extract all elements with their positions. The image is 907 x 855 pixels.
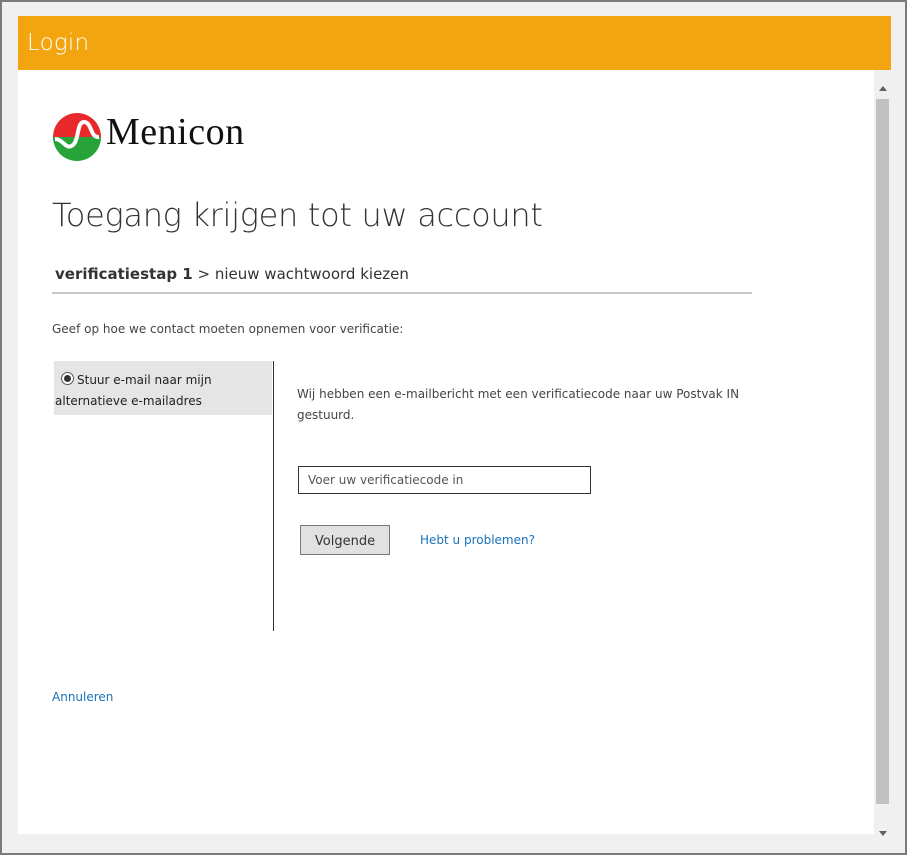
menicon-logo-icon: [53, 113, 101, 161]
window-title: Login: [27, 30, 90, 56]
next-step: > nieuw wachtwoord kiezen: [197, 265, 409, 283]
arrow-down-icon: [879, 831, 887, 836]
cancel-link[interactable]: Annuleren: [52, 690, 113, 704]
arrow-up-icon: [879, 86, 887, 91]
scroll-up-button[interactable]: [874, 80, 891, 97]
page-title: Toegang krijgen tot uw account: [52, 196, 543, 234]
steps-divider: [52, 292, 752, 294]
title-bar: Login: [18, 16, 891, 70]
option-label-line1: Stuur e-mail naar mijn: [77, 373, 212, 387]
scroll-thumb[interactable]: [876, 99, 889, 804]
option-label-line2: alternatieve e-mailadres: [55, 394, 202, 408]
instruction-text: Geef op hoe we contact moeten opnemen vo…: [52, 322, 404, 336]
verification-options-panel: Stuur e-mail naar mijn alternatieve e-ma…: [52, 361, 274, 631]
next-button[interactable]: Volgende: [300, 525, 390, 555]
breadcrumb: verificatiestap 1 > nieuw wachtwoord kie…: [55, 265, 409, 283]
verification-message: Wij hebben een e-mailbericht met een ver…: [297, 387, 740, 422]
current-step: verificatiestap 1: [55, 265, 193, 283]
help-link[interactable]: Hebt u problemen?: [420, 533, 535, 547]
vertical-scrollbar[interactable]: [874, 80, 891, 842]
scroll-down-button[interactable]: [874, 825, 891, 842]
login-window: Login Menicon Toegang krijgen tot uw acc…: [2, 2, 905, 853]
radio-button-selected-icon[interactable]: [61, 372, 74, 385]
logo-wordmark: Menicon: [106, 111, 245, 153]
verification-code-input[interactable]: [298, 466, 591, 494]
content-area: Menicon Toegang krijgen tot uw account v…: [18, 70, 874, 834]
option-email-alternate[interactable]: Stuur e-mail naar mijn alternatieve e-ma…: [54, 361, 272, 415]
